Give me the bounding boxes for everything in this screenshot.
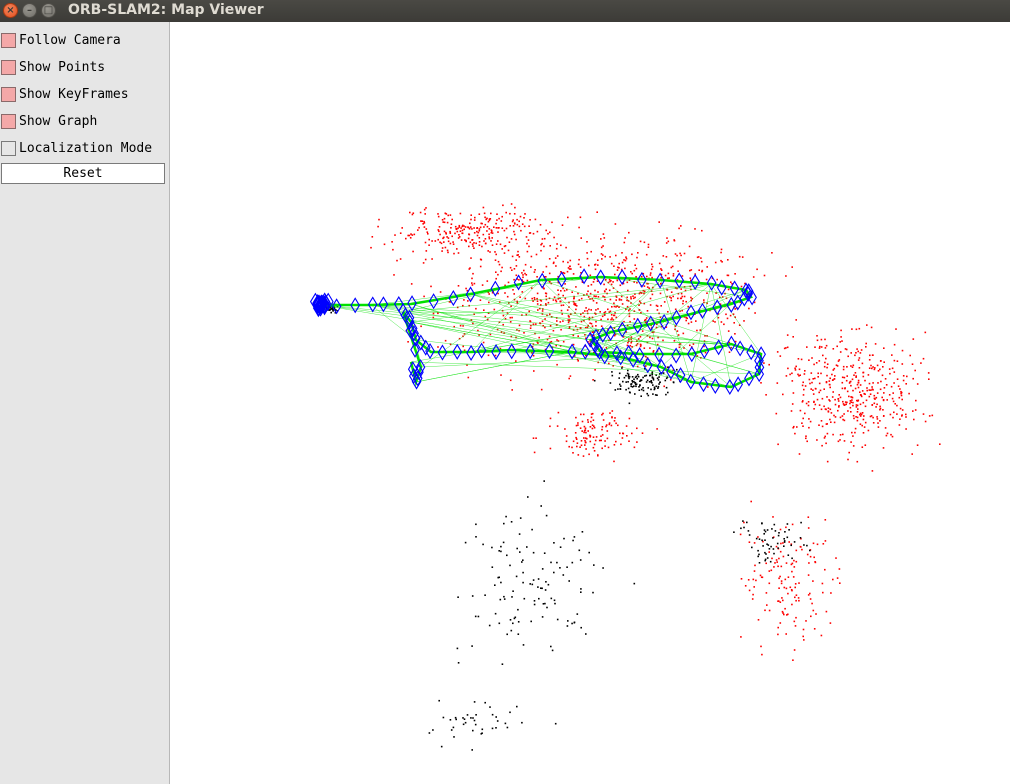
show-graph-label: Show Graph xyxy=(19,113,98,129)
follow-camera-checkbox[interactable] xyxy=(1,32,16,48)
map-points-other xyxy=(324,303,811,751)
close-window-button[interactable]: × xyxy=(3,3,18,18)
show-keyframes-checkbox[interactable] xyxy=(1,86,16,102)
map-viewer-canvas[interactable] xyxy=(171,22,1010,784)
show-keyframes-option[interactable]: Show KeyFrames xyxy=(1,84,167,104)
map-points-reference xyxy=(370,203,941,661)
show-points-label: Show Points xyxy=(19,59,106,75)
follow-camera-label: Follow Camera xyxy=(19,32,121,48)
covisibility-graph xyxy=(320,275,763,389)
map-3d-view[interactable] xyxy=(171,22,1010,784)
localization-mode-label: Localization Mode xyxy=(19,140,153,156)
show-points-checkbox[interactable] xyxy=(1,59,16,75)
control-panel: Follow Camera Show Points Show KeyFrames… xyxy=(0,22,170,784)
maximize-icon: □ xyxy=(43,4,54,16)
close-icon: × xyxy=(6,4,15,16)
follow-camera-option[interactable]: Follow Camera xyxy=(1,30,167,50)
show-graph-option[interactable]: Show Graph xyxy=(1,111,167,131)
show-points-option[interactable]: Show Points xyxy=(1,57,167,77)
localization-mode-option[interactable]: Localization Mode xyxy=(1,138,167,158)
show-keyframes-label: Show KeyFrames xyxy=(19,86,129,102)
localization-mode-checkbox[interactable] xyxy=(1,140,16,156)
minimize-icon: – xyxy=(27,4,32,16)
show-graph-checkbox[interactable] xyxy=(1,113,16,129)
reset-button[interactable]: Reset xyxy=(1,163,165,184)
maximize-window-button[interactable]: □ xyxy=(41,3,56,18)
window-title: ORB-SLAM2: Map Viewer xyxy=(68,2,264,18)
minimize-window-button[interactable]: – xyxy=(22,3,37,18)
window-title-bar: × – □ ORB-SLAM2: Map Viewer xyxy=(0,0,1010,22)
